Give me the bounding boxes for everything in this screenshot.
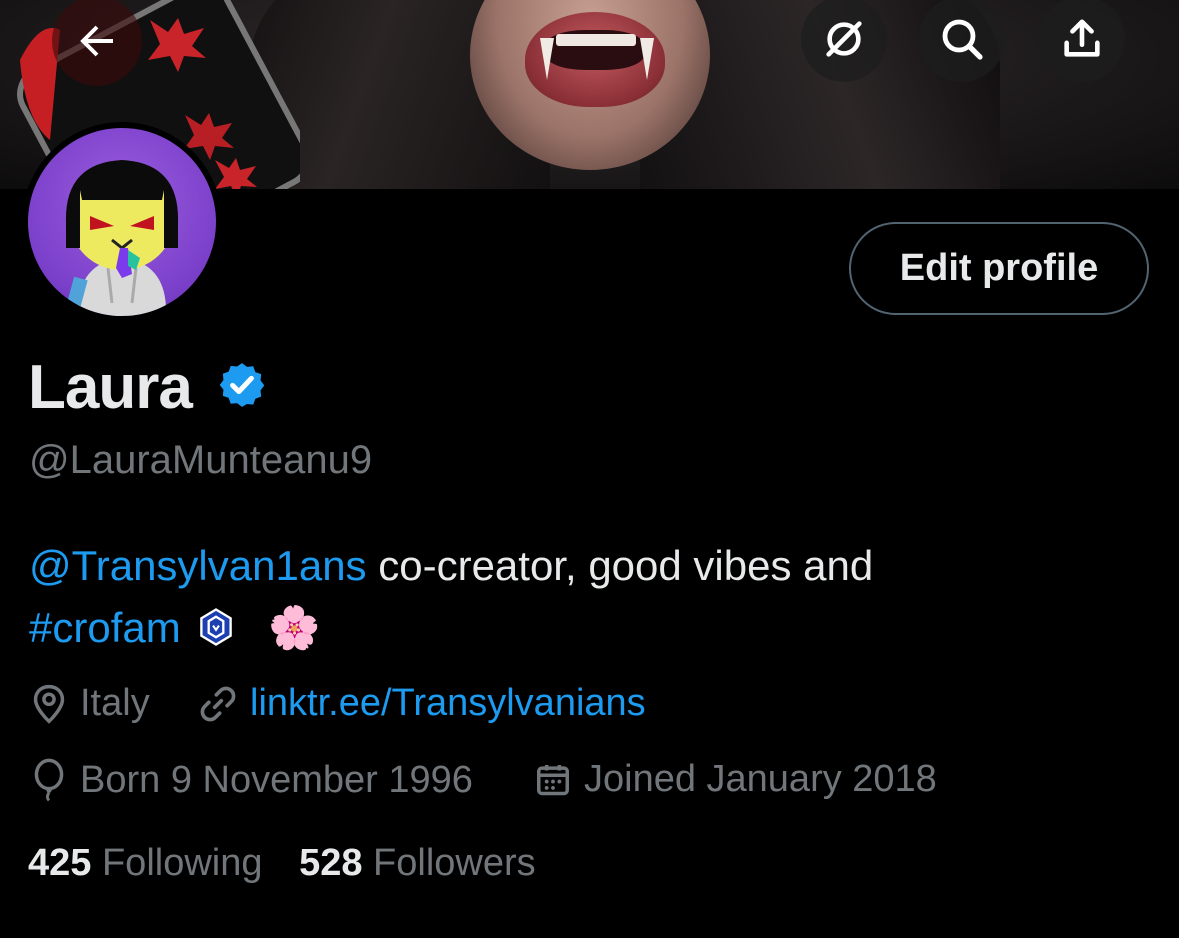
following-count: 425 xyxy=(28,842,92,884)
search-button[interactable] xyxy=(919,0,1005,82)
website-item[interactable]: linktr.ee/Transylvanians xyxy=(198,682,646,725)
joined-item: Joined January 2018 xyxy=(534,758,937,801)
crypto-com-icon xyxy=(200,608,233,646)
bio-text: co-creator, good vibes and xyxy=(366,542,874,589)
balloon-icon xyxy=(34,758,64,802)
display-name: Laura xyxy=(28,353,193,422)
location-text: Italy xyxy=(80,682,150,724)
website-link[interactable]: linktr.ee/Transylvanians xyxy=(250,682,646,725)
avatar-image xyxy=(28,128,216,316)
search-icon xyxy=(942,19,983,60)
grok-button[interactable] xyxy=(801,0,887,82)
link-icon xyxy=(200,686,236,721)
follow-stats: 425 Following 528 Followers xyxy=(28,842,536,885)
joined-text: Joined January 2018 xyxy=(584,758,937,800)
followers-count: 528 xyxy=(299,842,363,884)
location-pin-icon xyxy=(33,684,65,724)
banner-teeth xyxy=(556,34,636,46)
avatar[interactable] xyxy=(22,122,222,322)
grok-icon xyxy=(826,21,862,57)
profile-bio: @Transylvan1ans co-creator, good vibes a… xyxy=(29,535,1029,659)
followers-label: Followers xyxy=(373,842,536,884)
back-button[interactable] xyxy=(52,0,142,86)
bio-mention-link[interactable]: @Transylvan1ans xyxy=(29,542,367,589)
followers-link[interactable]: 528 Followers xyxy=(299,842,536,884)
following-link[interactable]: 425 Following xyxy=(28,842,263,884)
share-icon xyxy=(1064,19,1100,57)
banner-fang-right xyxy=(640,38,654,80)
user-handle: @LauraMunteanu9 xyxy=(29,438,373,482)
calendar-icon xyxy=(537,764,569,795)
arrow-left-icon xyxy=(80,25,113,57)
following-label: Following xyxy=(101,842,263,884)
bio-hashtag-link[interactable]: #crofam xyxy=(29,604,181,651)
share-button[interactable] xyxy=(1039,0,1125,82)
edit-profile-button[interactable]: Edit profile xyxy=(849,222,1149,315)
cherry-blossom-emoji: 🌸 xyxy=(268,603,321,652)
location-item: Italy xyxy=(30,682,150,725)
birthday-item: Born 9 November 1996 xyxy=(30,758,473,802)
birthday-text: Born 9 November 1996 xyxy=(80,758,473,801)
verified-badge-icon xyxy=(219,363,265,407)
banner-fang-left xyxy=(540,38,554,80)
avatar-illustration xyxy=(65,160,179,316)
